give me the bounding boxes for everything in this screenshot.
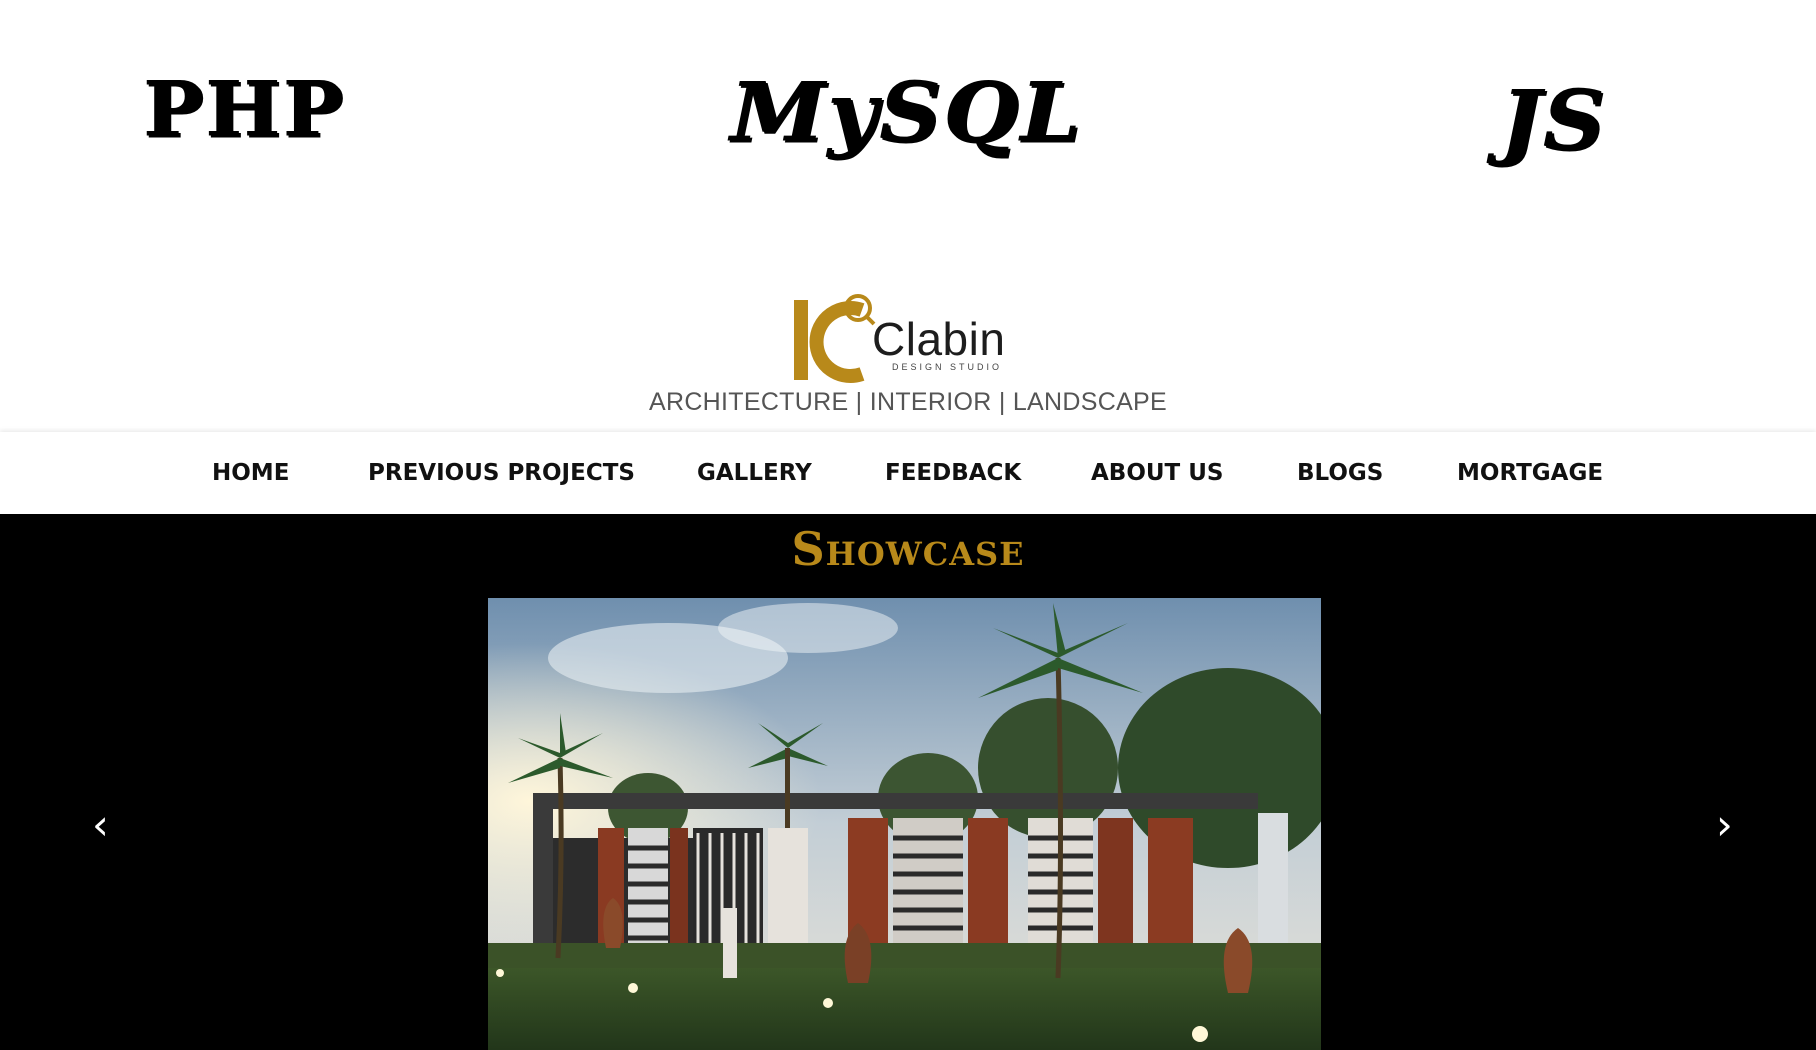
- tech-logo-row: PHP MySQL JS: [0, 0, 1816, 270]
- nav-item-previous-projects[interactable]: PREVIOUS PROJECTS: [368, 460, 635, 486]
- js-logo: JS: [1500, 72, 1607, 169]
- carousel-next-arrow-icon[interactable]: ›: [1716, 804, 1733, 846]
- brand-header: Clabin DESIGN STUDIO ARCHITECTURE | INTE…: [0, 288, 1816, 428]
- nav-item-mortgage[interactable]: MORTGAGE: [1457, 460, 1603, 486]
- nav-item-gallery[interactable]: GALLERY: [697, 460, 812, 486]
- main-navigation: HOME PREVIOUS PROJECTS GALLERY FEEDBACK …: [0, 432, 1816, 514]
- nav-item-home[interactable]: HOME: [212, 460, 289, 486]
- slide-render-illustration: [488, 598, 1321, 1050]
- carousel-prev-arrow-icon[interactable]: ‹: [92, 804, 109, 846]
- nav-item-feedback[interactable]: FEEDBACK: [885, 460, 1021, 486]
- nav-item-blogs[interactable]: BLOGS: [1297, 460, 1383, 486]
- logo-wordmark: Clabin: [872, 313, 1006, 365]
- clabin-logo-mark-icon: [794, 294, 876, 383]
- logo-subtitle: DESIGN STUDIO: [892, 362, 1003, 372]
- nav-list: HOME PREVIOUS PROJECTS GALLERY FEEDBACK …: [0, 432, 1816, 514]
- brand-tagline: ARCHITECTURE | INTERIOR | LANDSCAPE: [649, 388, 1167, 416]
- showcase-title: Showcase: [791, 522, 1025, 576]
- nav-item-about-us[interactable]: ABOUT US: [1091, 460, 1224, 486]
- php-logo: PHP: [143, 64, 345, 154]
- clabin-logo[interactable]: Clabin DESIGN STUDIO: [792, 288, 1032, 384]
- showcase-slide-image[interactable]: [488, 598, 1321, 1050]
- mysql-logo: MySQL: [730, 64, 1083, 161]
- showcase-section: Showcase ‹ ›: [0, 514, 1816, 1050]
